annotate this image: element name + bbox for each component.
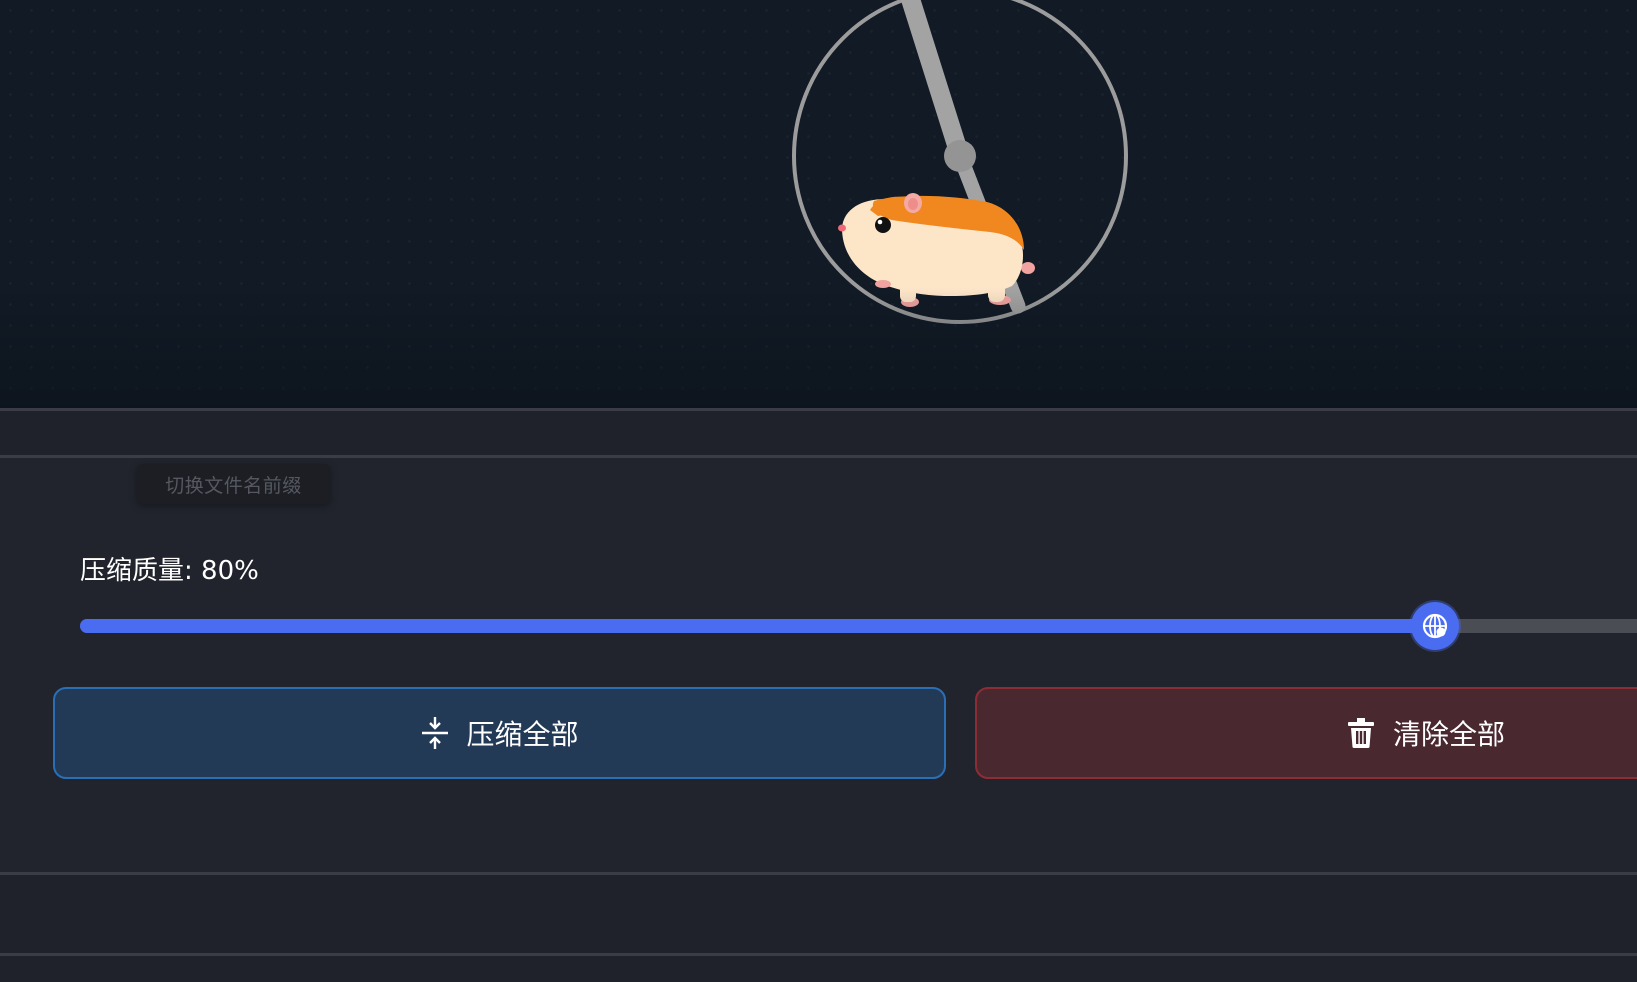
quality-value: 80% — [201, 556, 259, 586]
compress-arrows-icon — [420, 716, 450, 750]
clear-all-label: 清除全部 — [1393, 718, 1506, 751]
slider-fill — [80, 619, 1435, 633]
compress-all-label: 压缩全部 — [466, 718, 579, 751]
compression-controls-panel — [0, 458, 1637, 872]
compress-all-button[interactable]: 压缩全部 — [53, 687, 946, 779]
hero-illustration-area — [0, 0, 1637, 408]
wheel-hub — [944, 140, 976, 172]
app-root: 切换文件名前缀 压缩质量 : 80% 压缩全部 清除全部 — [0, 0, 1637, 982]
empty-band — [0, 956, 1637, 982]
quality-label-separator: : — [184, 556, 202, 586]
clear-all-content: 清除全部 — [1347, 689, 1505, 777]
quality-label: 压缩质量 : 80% — [80, 550, 259, 587]
empty-band — [0, 875, 1637, 953]
hamster-wheel-illustration — [792, 0, 1128, 324]
globe-icon — [1422, 613, 1448, 639]
trash-icon — [1347, 717, 1375, 749]
toggle-filename-prefix-tooltip: 切换文件名前缀 — [137, 464, 330, 504]
quality-label-text: 压缩质量 — [80, 556, 185, 586]
empty-band — [0, 411, 1637, 455]
wheel-spoke — [900, 0, 970, 166]
slider-thumb[interactable] — [1411, 602, 1459, 650]
clear-all-button[interactable]: 清除全部 — [975, 687, 1637, 779]
quality-slider[interactable] — [80, 602, 1637, 650]
